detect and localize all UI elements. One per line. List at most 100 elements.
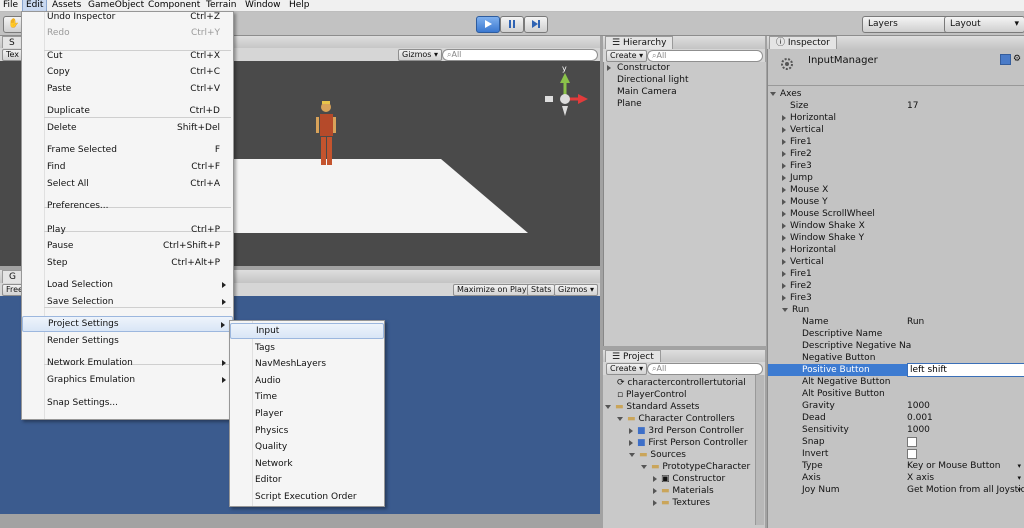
project-item-prefab[interactable]: ■ 3rd Person Controller	[629, 425, 744, 437]
axis-item[interactable]: Horizontal	[768, 244, 1024, 256]
submenu-item-audio[interactable]: Audio	[230, 373, 384, 389]
tab-hierarchy[interactable]: ☰ Hierarchy	[605, 36, 674, 50]
project-folder[interactable]: ▬ Character Controllers	[617, 413, 735, 425]
menu-item-find[interactable]: Find Ctrl+F	[22, 159, 233, 175]
project-create-button[interactable]: Create ▾	[606, 363, 648, 375]
size-field[interactable]: Size 17	[768, 100, 1024, 112]
menu-item-project-settings[interactable]: Project Settings	[22, 316, 233, 332]
property-row[interactable]: Type Key or Mouse Button ▾	[768, 460, 1024, 472]
expand-arrow-icon[interactable]	[607, 65, 611, 71]
submenu-item-script-execution-order[interactable]: Script Execution Order	[230, 489, 384, 505]
menu-item-paste[interactable]: Paste Ctrl+V	[22, 81, 233, 97]
project-folder[interactable]: ▬ PrototypeCharacter	[641, 461, 750, 473]
run-foldout[interactable]: Run	[768, 304, 1024, 316]
submenu-item-quality[interactable]: Quality	[230, 439, 384, 455]
axis-item[interactable]: Fire3	[768, 160, 1024, 172]
project-item-script[interactable]: ▫ PlayerControl	[617, 389, 687, 401]
property-row[interactable]: Snap	[768, 436, 1024, 448]
menu-help[interactable]: Help	[289, 0, 310, 11]
menu-item-network-emulation[interactable]: Network Emulation	[22, 355, 233, 371]
project-item-prefab[interactable]: ■ First Person Controller	[629, 437, 748, 449]
menu-item-frame-selected[interactable]: Frame Selected F	[22, 142, 233, 158]
axis-item[interactable]: Vertical	[768, 256, 1024, 268]
tab-inspector[interactable]: ⓘ Inspector	[769, 36, 837, 50]
menu-item-play[interactable]: Play Ctrl+P	[22, 222, 233, 238]
property-row[interactable]: Descriptive Negative Na	[768, 340, 1024, 352]
menu-item-preferences[interactable]: Preferences...	[22, 198, 233, 214]
menu-item-render-settings[interactable]: Render Settings	[22, 333, 233, 349]
property-row[interactable]: Invert	[768, 448, 1024, 460]
submenu-item-editor[interactable]: Editor	[230, 472, 384, 488]
axis-item[interactable]: Mouse X	[768, 184, 1024, 196]
menu-item-cut[interactable]: Cut Ctrl+X	[22, 48, 233, 64]
game-gizmos-toggle[interactable]: Gizmos ▾	[554, 284, 599, 296]
axis-item[interactable]: Mouse ScrollWheel	[768, 208, 1024, 220]
menu-item-delete[interactable]: Delete Shift+Del	[22, 120, 233, 136]
hierarchy-create-button[interactable]: Create ▾	[606, 50, 648, 62]
tab-game[interactable]: G	[2, 270, 23, 284]
scene-search-input[interactable]: ⌕All	[442, 49, 598, 61]
submenu-item-network[interactable]: Network	[230, 456, 384, 472]
menu-item-redo[interactable]: Redo Ctrl+Y	[22, 25, 233, 41]
axis-item[interactable]: Fire1	[768, 268, 1024, 280]
menu-item-select-all[interactable]: Select All Ctrl+A	[22, 176, 233, 192]
layout-dropdown[interactable]: Layout ▾	[944, 16, 1024, 33]
submenu-item-time[interactable]: Time	[230, 389, 384, 405]
property-row[interactable]: Dead 0.001	[768, 412, 1024, 424]
menu-item-pause[interactable]: Pause Ctrl+Shift+P	[22, 238, 233, 254]
axis-item[interactable]: Fire1	[768, 136, 1024, 148]
menu-file[interactable]: File	[3, 0, 18, 11]
hierarchy-item-main-camera[interactable]: Main Camera	[617, 86, 677, 98]
property-row[interactable]: Sensitivity 1000	[768, 424, 1024, 436]
axis-item[interactable]: Horizontal	[768, 112, 1024, 124]
menu-item-step[interactable]: Step Ctrl+Alt+P	[22, 255, 233, 271]
menu-window[interactable]: Window	[245, 0, 281, 11]
project-folder[interactable]: ▬ Materials	[653, 485, 714, 497]
menu-item-copy[interactable]: Copy Ctrl+C	[22, 64, 233, 80]
positive-button-field[interactable]: Positive Button left shift	[768, 363, 1024, 377]
menu-item-snap-settings[interactable]: Snap Settings...	[22, 395, 233, 411]
settings-icon[interactable]: ⚙	[1013, 54, 1021, 64]
project-scrollbar[interactable]	[755, 375, 764, 525]
submenu-item-input[interactable]: Input	[230, 323, 384, 339]
axis-item[interactable]: Fire3	[768, 292, 1024, 304]
scene-gizmos-button[interactable]: Gizmos ▾	[398, 49, 443, 61]
property-row[interactable]: Name Run	[768, 316, 1024, 328]
step-button[interactable]	[524, 16, 548, 33]
menu-item-duplicate[interactable]: Duplicate Ctrl+D	[22, 103, 233, 119]
project-search-input[interactable]: ⌕All	[647, 363, 763, 375]
axis-item[interactable]: Mouse Y	[768, 196, 1024, 208]
scene-render-mode[interactable]: Tex	[2, 49, 24, 61]
menu-item-save-selection[interactable]: Save Selection	[22, 294, 233, 310]
hierarchy-item-constructor[interactable]: Constructor	[617, 62, 670, 74]
axis-item[interactable]: Vertical	[768, 124, 1024, 136]
menu-item-load-selection[interactable]: Load Selection	[22, 277, 233, 293]
property-row[interactable]: Joy Num Get Motion from all Joystic ▾	[768, 484, 1024, 496]
menu-item-undo-inspector[interactable]: Undo Inspector Ctrl+Z	[22, 9, 233, 25]
maximize-on-play-toggle[interactable]: Maximize on Play	[453, 284, 531, 296]
property-row[interactable]: Descriptive Name	[768, 328, 1024, 340]
property-row[interactable]: Alt Negative Button	[768, 376, 1024, 388]
hierarchy-item-directional-light[interactable]: Directional light	[617, 74, 688, 86]
stats-toggle[interactable]: Stats	[527, 284, 556, 296]
checkbox[interactable]	[907, 436, 917, 447]
help-icon[interactable]	[1000, 54, 1011, 65]
project-item-script[interactable]: ⟳ charactercontrollertutorial	[617, 377, 746, 389]
axis-item[interactable]: Jump	[768, 172, 1024, 184]
axis-item[interactable]: Window Shake X	[768, 220, 1024, 232]
project-item-model[interactable]: ▣ Constructor	[653, 473, 725, 485]
layers-dropdown[interactable]: Layers ▾	[862, 16, 957, 33]
submenu-item-player[interactable]: Player	[230, 406, 384, 422]
property-row[interactable]: Alt Positive Button	[768, 388, 1024, 400]
checkbox[interactable]	[907, 448, 917, 459]
property-row[interactable]: Axis X axis ▾	[768, 472, 1024, 484]
property-row[interactable]: Gravity 1000	[768, 400, 1024, 412]
axis-item[interactable]: Fire2	[768, 280, 1024, 292]
project-folder[interactable]: ▬ Standard Assets	[605, 401, 700, 413]
axes-foldout[interactable]: Axes	[768, 88, 1024, 100]
axis-item[interactable]: Fire2	[768, 148, 1024, 160]
project-folder[interactable]: ▬ Textures	[653, 497, 710, 509]
menu-item-graphics-emulation[interactable]: Graphics Emulation	[22, 372, 233, 388]
axis-item[interactable]: Window Shake Y	[768, 232, 1024, 244]
submenu-item-tags[interactable]: Tags	[230, 340, 384, 356]
